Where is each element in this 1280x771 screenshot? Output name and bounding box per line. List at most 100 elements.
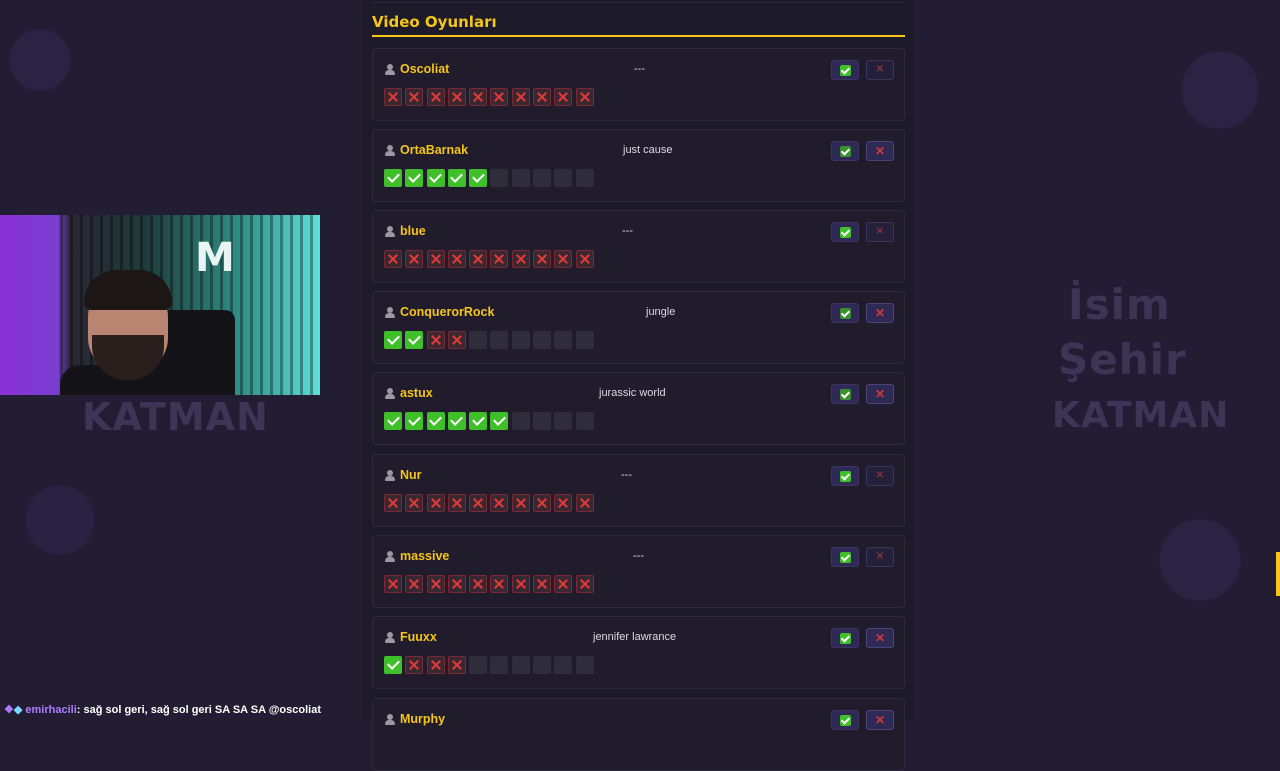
result-boxes [384,575,594,593]
player-card: Nur --- ✕ [372,454,905,527]
approve-button[interactable] [831,628,859,648]
user-icon [385,226,395,237]
wrong-box [384,250,402,268]
correct-box [447,169,466,187]
chat-message: ❖◆ emirhacili: sağ sol geri, sağ sol ger… [4,703,321,716]
approve-button[interactable] [831,222,859,242]
player-card: Murphy ✕ [372,698,905,771]
webcam-streamer-hair [84,270,172,310]
wrong-box [554,494,573,512]
x-icon: ✕ [875,64,885,75]
wrong-box [426,88,445,106]
wrong-box [554,575,573,593]
wrong-box [426,494,445,512]
approve-button[interactable] [831,303,859,323]
reject-button[interactable]: ✕ [866,628,894,648]
wrong-box [554,88,573,106]
wrong-box [533,575,552,593]
player-answer: jungle [646,306,676,318]
reject-button[interactable]: ✕ [866,60,894,80]
user-icon [385,307,395,318]
empty-box [533,331,552,349]
approve-button[interactable] [831,466,859,486]
correct-box [447,412,466,430]
empty-box [533,412,552,430]
previous-card-edge [372,0,905,3]
result-boxes [384,656,594,674]
reject-button[interactable]: ✕ [866,710,894,730]
wrong-box [575,494,594,512]
check-icon [839,145,851,157]
wrong-box [384,575,402,593]
player-name: Nur [400,468,422,482]
result-boxes [384,88,594,106]
correct-box [490,412,509,430]
wrong-box [447,88,466,106]
x-icon: ✕ [874,144,886,158]
result-boxes [384,250,594,268]
player-card: massive --- ✕ [372,535,905,608]
wrong-box [490,575,509,593]
wrong-box [447,494,466,512]
correct-box [405,169,424,187]
approve-button[interactable] [831,384,859,404]
empty-box [469,331,488,349]
approve-button[interactable] [831,710,859,730]
wrong-box [469,250,488,268]
empty-box [490,656,509,674]
reject-button[interactable]: ✕ [866,222,894,242]
wrong-box [405,88,424,106]
user-icon [385,145,395,156]
section-title: Video Oyunları [372,13,905,37]
empty-box [554,656,573,674]
correct-box [405,331,424,349]
monster-logo: M [195,235,235,281]
user-icon [385,632,395,643]
correct-box [405,412,424,430]
correct-box [384,656,402,674]
approve-button[interactable] [831,60,859,80]
watermark-right-isim: İsim [1068,280,1171,329]
wrong-box [447,575,466,593]
chat-text: : sağ sol geri, sağ sol geri SA SA SA @o… [76,704,321,716]
scroll-indicator[interactable] [1276,552,1280,596]
reject-button[interactable]: ✕ [866,303,894,323]
correct-box [426,412,445,430]
player-answer: jennifer lawrance [593,631,677,643]
correct-box [426,169,445,187]
wrong-box [511,494,530,512]
webcam-overlay: M [0,215,320,395]
chat-username: emirhacili [25,704,77,716]
correct-box [469,412,488,430]
reject-button[interactable]: ✕ [866,547,894,567]
approve-button[interactable] [831,141,859,161]
reject-button[interactable]: ✕ [866,384,894,404]
reject-button[interactable]: ✕ [866,141,894,161]
watermark-left: KATMAN [82,395,269,439]
wrong-box [575,88,594,106]
wrong-box [511,250,530,268]
wrong-box [405,656,424,674]
result-boxes [384,169,594,187]
wrong-box [511,88,530,106]
user-icon [385,388,395,399]
reject-button[interactable]: ✕ [866,466,894,486]
gem-badge-icon: ◆ [13,704,23,716]
wrong-box [575,250,594,268]
x-icon: ✕ [874,713,886,727]
user-icon [385,470,395,481]
empty-box [575,656,594,674]
result-boxes [384,494,594,512]
wrong-box [426,656,445,674]
x-icon: ✕ [874,306,886,320]
player-answer: --- [621,469,632,481]
empty-box [554,169,573,187]
wrong-box [554,250,573,268]
player-answer: jurassic world [599,387,666,399]
empty-box [575,169,594,187]
wrong-box [490,88,509,106]
approve-button[interactable] [831,547,859,567]
correct-box [384,331,402,349]
x-icon: ✕ [874,387,886,401]
player-answer: --- [622,225,633,237]
